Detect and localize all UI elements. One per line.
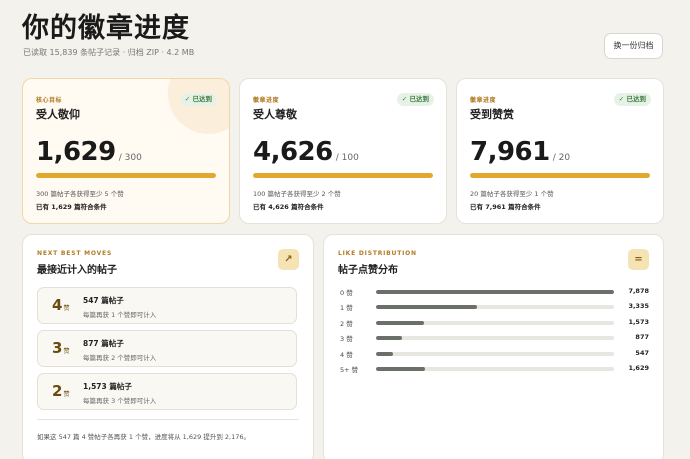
post-count-value: 1,629 (628, 364, 649, 372)
next-best-moves-panel: NEXT BEST MOVES 最接近计入的帖子 ↗ 4赞 547 篇帖子 每篇… (22, 234, 314, 459)
stat-value: 1,629/ 300 (36, 137, 142, 167)
post-count: 1,573 篇帖子 (83, 382, 132, 391)
distribution-bar (376, 290, 614, 294)
move-description: 每篇再获 2 个赞即可计入 (83, 354, 157, 362)
stat-target: / 20 (552, 153, 571, 163)
progress-fill (253, 173, 433, 178)
distribution-track (376, 336, 614, 340)
achieved-badge: ✓ 已达到 (613, 93, 651, 106)
likes-count: 2赞 (52, 382, 70, 400)
post-count: 877 篇帖子 (83, 339, 124, 348)
post-count-value: 1,573 (628, 318, 649, 326)
distribution-bar (376, 305, 477, 309)
like-bucket-label: 2 赞 (340, 320, 353, 328)
post-count-value: 3,335 (628, 302, 649, 310)
progress-fill (36, 173, 216, 178)
progress-fill (470, 173, 650, 178)
switch-archive-button[interactable]: 换一份归档 (604, 33, 663, 59)
achieved-badge: ✓ 已达到 (179, 93, 217, 106)
projection-note: 如果这 547 篇 4 赞帖子各再获 1 个赞，进度将从 1,629 提升到 2… (37, 433, 250, 441)
list-item[interactable]: 4赞 547 篇帖子 每篇再获 1 个赞即可计入 (37, 287, 297, 324)
distribution-row: 5+ 赞 1,629 (338, 364, 649, 374)
panel-eyebrow: LIKE DISTRIBUTION (338, 250, 417, 257)
stat-requirement: 300 篇帖子各获得至少 5 个赞 (36, 190, 124, 198)
post-count-value: 547 (635, 349, 649, 357)
page-title: 你的徽章进度 (22, 13, 190, 44)
likes-count: 4赞 (52, 296, 70, 314)
stat-requirement: 20 篇帖子各获得至少 1 个赞 (470, 190, 554, 198)
distribution-bar (376, 336, 403, 340)
distribution-track (376, 367, 614, 371)
equals-icon[interactable]: = (628, 249, 649, 270)
stat-eyebrow: 核心目标 (36, 97, 63, 104)
distribution-track (376, 290, 614, 294)
stat-qualified: 已有 4,626 篇符合条件 (253, 203, 324, 211)
post-count-value: 877 (635, 333, 649, 341)
stat-eyebrow: 徽章进度 (470, 97, 497, 104)
distribution-track (376, 352, 614, 356)
stat-target: / 100 (335, 153, 359, 163)
stat-badge-name: 受人敬仰 (36, 108, 80, 121)
progress-bar (253, 173, 433, 178)
distribution-row: 0 赞 7,878 (338, 287, 649, 297)
post-count: 547 篇帖子 (83, 296, 124, 305)
stat-card-respected: 徽章进度 受人尊敬 ✓ 已达到 4,626/ 100 100 篇帖子各获得至少 … (239, 78, 447, 224)
divider (37, 419, 299, 420)
distribution-bar (376, 352, 393, 356)
stat-card-appreciated: 徽章进度 受到赞赏 ✓ 已达到 7,961/ 20 20 篇帖子各获得至少 1 … (456, 78, 664, 224)
panel-title: 最接近计入的帖子 (37, 265, 117, 276)
distribution-bar (376, 367, 426, 371)
like-bucket-label: 3 赞 (340, 335, 353, 343)
list-item[interactable]: 3赞 877 篇帖子 每篇再获 2 个赞即可计入 (37, 330, 297, 367)
stat-value: 7,961/ 20 (470, 137, 571, 167)
stat-qualified: 已有 1,629 篇符合条件 (36, 203, 107, 211)
progress-bar (470, 173, 650, 178)
arrow-up-right-icon[interactable]: ↗ (278, 249, 299, 270)
like-bucket-label: 4 赞 (340, 351, 353, 359)
archive-summary: 已读取 15,839 条帖子记录 · 归档 ZIP · 4.2 MB (23, 48, 195, 57)
distribution-track (376, 305, 614, 309)
panel-title: 帖子点赞分布 (338, 265, 398, 276)
likes-count: 3赞 (52, 339, 70, 357)
post-count-value: 7,878 (628, 287, 649, 295)
stat-value: 4,626/ 100 (253, 137, 359, 167)
like-bucket-label: 0 赞 (340, 289, 353, 297)
stat-target: / 300 (118, 153, 142, 163)
stat-badge-name: 受到赞赏 (470, 108, 514, 121)
like-bucket-label: 1 赞 (340, 304, 353, 312)
distribution-bar (376, 321, 424, 325)
distribution-row: 4 赞 547 (338, 349, 649, 359)
panel-eyebrow: NEXT BEST MOVES (37, 250, 113, 257)
list-item[interactable]: 2赞 1,573 篇帖子 每篇再获 3 个赞即可计入 (37, 373, 297, 410)
distribution-row: 1 赞 3,335 (338, 302, 649, 312)
distribution-row: 3 赞 877 (338, 333, 649, 343)
stat-eyebrow: 徽章进度 (253, 97, 280, 104)
distribution-row: 2 赞 1,573 (338, 318, 649, 328)
move-description: 每篇再获 1 个赞即可计入 (83, 311, 157, 319)
stat-card-revered: 核心目标 受人敬仰 ✓ 已达到 1,629/ 300 300 篇帖子各获得至少 … (22, 78, 230, 224)
move-description: 每篇再获 3 个赞即可计入 (83, 397, 157, 405)
stat-badge-name: 受人尊敬 (253, 108, 297, 121)
like-distribution-panel: LIKE DISTRIBUTION 帖子点赞分布 = 0 赞 7,878 1 赞… (323, 234, 664, 459)
stat-requirement: 100 篇帖子各获得至少 2 个赞 (253, 190, 341, 198)
distribution-track (376, 321, 614, 325)
progress-bar (36, 173, 216, 178)
stat-qualified: 已有 7,961 篇符合条件 (470, 203, 541, 211)
like-bucket-label: 5+ 赞 (340, 366, 359, 374)
achieved-badge: ✓ 已达到 (396, 93, 434, 106)
